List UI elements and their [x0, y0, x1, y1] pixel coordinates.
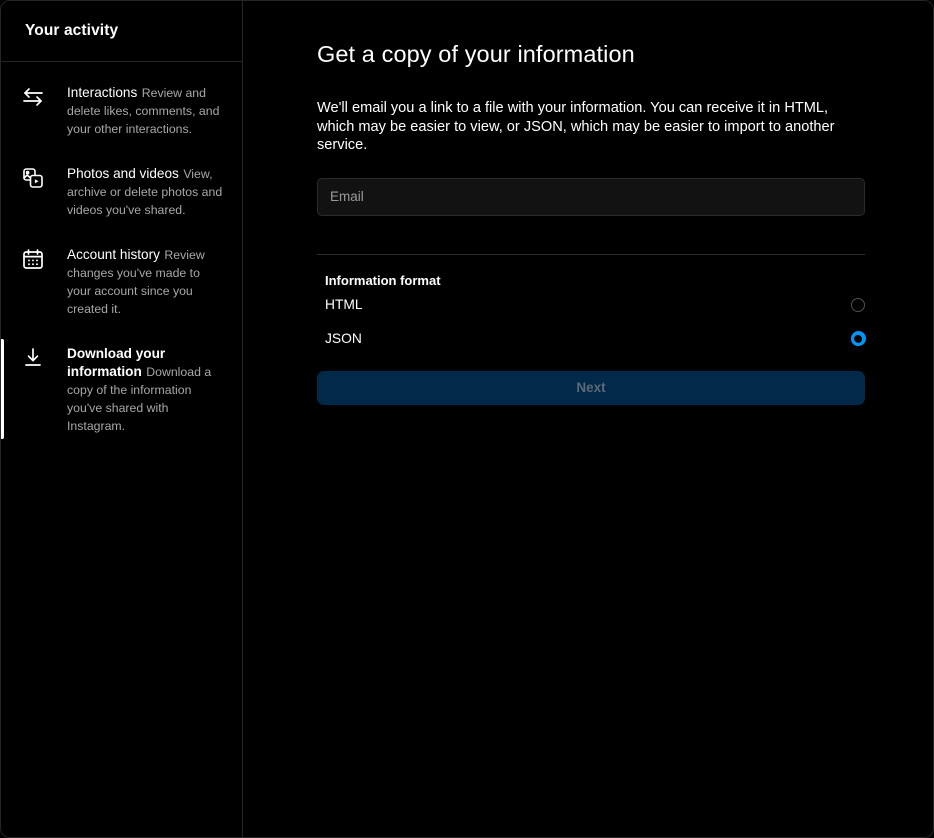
sidebar-item-text: Interactions Review and delete likes, co…: [67, 83, 226, 138]
main-content: Get a copy of your information We'll ema…: [243, 1, 933, 837]
sidebar-nav-list: Interactions Review and delete likes, co…: [1, 62, 242, 448]
format-option-label: HTML: [325, 297, 363, 312]
download-icon: [17, 344, 49, 376]
settings-window: Your activity Interactions Review and de…: [0, 0, 934, 838]
photos-videos-icon: [17, 164, 49, 196]
radio-button-json[interactable]: [850, 331, 866, 346]
sidebar-item-title: Interactions: [67, 85, 138, 100]
sidebar-item-interactions[interactable]: Interactions Review and delete likes, co…: [1, 70, 242, 151]
main-inner: Get a copy of your information We'll ema…: [317, 39, 866, 405]
radio-button-html[interactable]: [851, 297, 865, 312]
sidebar-item-title: Account history: [67, 247, 160, 262]
next-button[interactable]: Next: [317, 370, 865, 405]
sidebar-title: Your activity: [25, 22, 119, 39]
page-description: We'll email you a link to a file with yo…: [317, 100, 835, 153]
sidebar-item-download-your-information[interactable]: Download your information Download a cop…: [1, 331, 242, 448]
information-format-label: Information format: [325, 272, 441, 288]
sidebar-header: Your activity: [1, 1, 242, 62]
interactions-arrows-icon: [17, 83, 49, 115]
format-option-label: JSON: [325, 331, 362, 346]
format-option-json[interactable]: JSON: [325, 322, 866, 356]
calendar-icon: [17, 245, 49, 277]
email-field[interactable]: [317, 177, 865, 216]
sidebar-item-text: Photos and videos View, archive or delet…: [67, 164, 226, 219]
sidebar-item-text: Account history Review changes you've ma…: [67, 245, 226, 318]
page-title: Get a copy of your information: [317, 41, 635, 67]
sidebar-item-account-history[interactable]: Account history Review changes you've ma…: [1, 232, 242, 331]
format-option-html[interactable]: HTML: [325, 288, 865, 322]
form-divider: [317, 253, 865, 255]
sidebar-item-text: Download your information Download a cop…: [67, 344, 226, 435]
sidebar: Your activity Interactions Review and de…: [1, 1, 243, 837]
sidebar-item-photos-and-videos[interactable]: Photos and videos View, archive or delet…: [1, 151, 242, 232]
sidebar-item-title: Photos and videos: [67, 166, 179, 181]
